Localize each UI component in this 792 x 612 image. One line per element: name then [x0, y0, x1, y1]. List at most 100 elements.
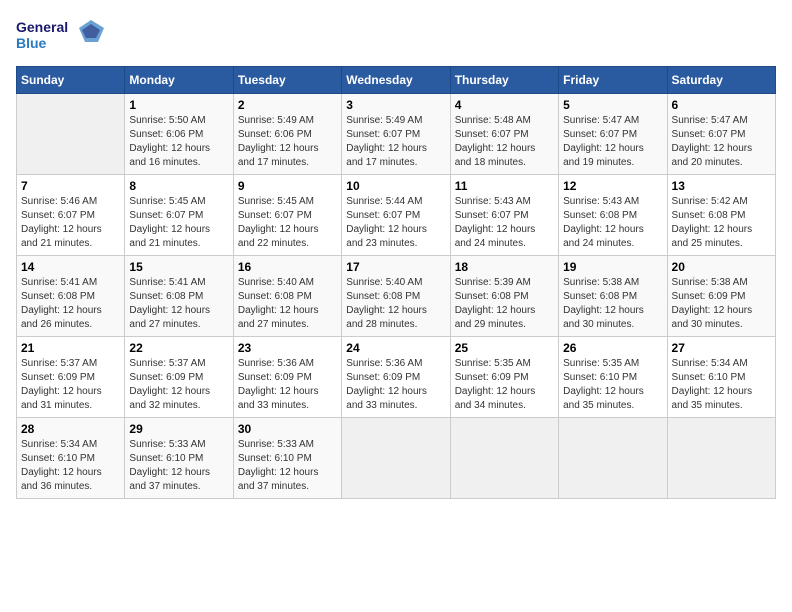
days-header-row: SundayMondayTuesdayWednesdayThursdayFrid…	[17, 67, 776, 94]
cell-info: Sunrise: 5:38 AMSunset: 6:08 PMDaylight:…	[563, 277, 644, 330]
calendar-cell: 27 Sunrise: 5:34 AMSunset: 6:10 PMDayligh…	[667, 337, 775, 418]
day-number: 29	[129, 422, 228, 436]
calendar-week-4: 21 Sunrise: 5:37 AMSunset: 6:09 PMDayligh…	[17, 337, 776, 418]
day-number: 1	[129, 98, 228, 112]
calendar-cell: 2Sunrise: 5:49 AMSunset: 6:06 PMDaylight…	[233, 94, 341, 175]
calendar-cell: 6 Sunrise: 5:47 AMSunset: 6:07 PMDaylight…	[667, 94, 775, 175]
day-number: 12	[563, 179, 662, 193]
day-number: 20	[672, 260, 771, 274]
day-number: 6	[672, 98, 771, 112]
calendar-cell: 20 Sunrise: 5:38 AMSunset: 6:09 PMDayligh…	[667, 256, 775, 337]
calendar-cell: 15 Sunrise: 5:41 AMSunset: 6:08 PMDayligh…	[125, 256, 233, 337]
calendar-cell: 29 Sunrise: 5:33 AMSunset: 6:10 PMDayligh…	[125, 418, 233, 499]
calendar-cell: 12 Sunrise: 5:43 AMSunset: 6:08 PMDayligh…	[559, 175, 667, 256]
calendar-cell: 19 Sunrise: 5:38 AMSunset: 6:08 PMDayligh…	[559, 256, 667, 337]
header-day-wednesday: Wednesday	[342, 67, 450, 94]
calendar-cell	[342, 418, 450, 499]
cell-info: Sunrise: 5:43 AMSunset: 6:07 PMDaylight:…	[455, 196, 536, 249]
day-number: 9	[238, 179, 337, 193]
calendar-cell: 30 Sunrise: 5:33 AMSunset: 6:10 PMDayligh…	[233, 418, 341, 499]
cell-info: Sunrise: 5:35 AMSunset: 6:10 PMDaylight:…	[563, 358, 644, 411]
header-day-friday: Friday	[559, 67, 667, 94]
calendar-cell: 14Sunrise: 5:41 AMSunset: 6:08 PMDayligh…	[17, 256, 125, 337]
logo: General Blue	[16, 16, 106, 56]
calendar-cell: 25 Sunrise: 5:35 AMSunset: 6:09 PMDayligh…	[450, 337, 558, 418]
calendar-cell: 7 Sunrise: 5:46 AMSunset: 6:07 PMDaylight…	[17, 175, 125, 256]
cell-info: Sunrise: 5:48 AMSunset: 6:07 PMDaylight:…	[455, 115, 536, 168]
day-number: 21	[21, 341, 120, 355]
calendar-cell: 16 Sunrise: 5:40 AMSunset: 6:08 PMDayligh…	[233, 256, 341, 337]
calendar-cell: 21 Sunrise: 5:37 AMSunset: 6:09 PMDayligh…	[17, 337, 125, 418]
day-number: 15	[129, 260, 228, 274]
cell-info: Sunrise: 5:44 AMSunset: 6:07 PMDaylight:…	[346, 196, 427, 249]
cell-info: Sunrise: 5:49 AMSunset: 6:07 PMDaylight:…	[346, 115, 427, 168]
day-number: 11	[455, 179, 554, 193]
calendar-cell: 9Sunrise: 5:45 AMSunset: 6:07 PMDaylight…	[233, 175, 341, 256]
calendar-cell: 23 Sunrise: 5:36 AMSunset: 6:09 PMDayligh…	[233, 337, 341, 418]
day-number: 10	[346, 179, 445, 193]
cell-info: Sunrise: 5:47 AMSunset: 6:07 PMDaylight:…	[563, 115, 644, 168]
cell-info: Sunrise: 5:40 AMSunset: 6:08 PMDaylight:…	[238, 277, 319, 330]
cell-info: Sunrise: 5:47 AMSunset: 6:07 PMDaylight:…	[672, 115, 753, 168]
day-number: 25	[455, 341, 554, 355]
day-number: 23	[238, 341, 337, 355]
cell-info: Sunrise: 5:39 AMSunset: 6:08 PMDaylight:…	[455, 277, 536, 330]
svg-text:Blue: Blue	[16, 35, 47, 51]
day-number: 22	[129, 341, 228, 355]
calendar-cell: 13Sunrise: 5:42 AMSunset: 6:08 PMDayligh…	[667, 175, 775, 256]
day-number: 16	[238, 260, 337, 274]
calendar-week-1: 1 Sunrise: 5:50 AMSunset: 6:06 PMDaylight…	[17, 94, 776, 175]
cell-info: Sunrise: 5:41 AMSunset: 6:08 PMDaylight:…	[129, 277, 210, 330]
day-number: 3	[346, 98, 445, 112]
calendar-cell	[559, 418, 667, 499]
calendar-cell: 8 Sunrise: 5:45 AMSunset: 6:07 PMDaylight…	[125, 175, 233, 256]
calendar-cell	[17, 94, 125, 175]
cell-info: Sunrise: 5:40 AMSunset: 6:08 PMDaylight:…	[346, 277, 427, 330]
cell-info: Sunrise: 5:45 AMSunset: 6:07 PMDaylight:…	[129, 196, 210, 249]
day-number: 24	[346, 341, 445, 355]
day-number: 26	[563, 341, 662, 355]
page-header: General Blue	[16, 16, 776, 56]
calendar-cell: 11 Sunrise: 5:43 AMSunset: 6:07 PMDayligh…	[450, 175, 558, 256]
cell-info: Sunrise: 5:34 AMSunset: 6:10 PMDaylight:…	[672, 358, 753, 411]
calendar-cell: 3 Sunrise: 5:49 AMSunset: 6:07 PMDaylight…	[342, 94, 450, 175]
cell-info: Sunrise: 5:46 AMSunset: 6:07 PMDaylight:…	[21, 196, 102, 249]
header-day-saturday: Saturday	[667, 67, 775, 94]
day-number: 8	[129, 179, 228, 193]
svg-text:General: General	[16, 19, 68, 35]
calendar-week-2: 7 Sunrise: 5:46 AMSunset: 6:07 PMDaylight…	[17, 175, 776, 256]
day-number: 7	[21, 179, 120, 193]
calendar-cell: 10 Sunrise: 5:44 AMSunset: 6:07 PMDayligh…	[342, 175, 450, 256]
calendar-cell: 28 Sunrise: 5:34 AMSunset: 6:10 PMDayligh…	[17, 418, 125, 499]
header-day-tuesday: Tuesday	[233, 67, 341, 94]
calendar-cell: 17 Sunrise: 5:40 AMSunset: 6:08 PMDayligh…	[342, 256, 450, 337]
day-number: 17	[346, 260, 445, 274]
calendar-cell: 22 Sunrise: 5:37 AMSunset: 6:09 PMDayligh…	[125, 337, 233, 418]
cell-info: Sunrise: 5:37 AMSunset: 6:09 PMDaylight:…	[129, 358, 210, 411]
cell-info: Sunrise: 5:33 AMSunset: 6:10 PMDaylight:…	[238, 439, 319, 492]
day-number: 28	[21, 422, 120, 436]
cell-info: Sunrise: 5:43 AMSunset: 6:08 PMDaylight:…	[563, 196, 644, 249]
day-number: 13	[672, 179, 771, 193]
calendar-week-5: 28 Sunrise: 5:34 AMSunset: 6:10 PMDayligh…	[17, 418, 776, 499]
calendar-cell	[450, 418, 558, 499]
cell-info: Sunrise: 5:50 AMSunset: 6:06 PMDaylight:…	[129, 115, 210, 168]
cell-info: Sunrise: 5:33 AMSunset: 6:10 PMDaylight:…	[129, 439, 210, 492]
header-day-thursday: Thursday	[450, 67, 558, 94]
cell-info: Sunrise: 5:36 AMSunset: 6:09 PMDaylight:…	[238, 358, 319, 411]
cell-info: Sunrise: 5:35 AMSunset: 6:09 PMDaylight:…	[455, 358, 536, 411]
day-number: 27	[672, 341, 771, 355]
day-number: 5	[563, 98, 662, 112]
calendar-cell: 24Sunrise: 5:36 AMSunset: 6:09 PMDayligh…	[342, 337, 450, 418]
cell-info: Sunrise: 5:34 AMSunset: 6:10 PMDaylight:…	[21, 439, 102, 492]
calendar-cell: 5 Sunrise: 5:47 AMSunset: 6:07 PMDaylight…	[559, 94, 667, 175]
cell-info: Sunrise: 5:37 AMSunset: 6:09 PMDaylight:…	[21, 358, 102, 411]
calendar-cell: 26 Sunrise: 5:35 AMSunset: 6:10 PMDayligh…	[559, 337, 667, 418]
calendar-cell: 1 Sunrise: 5:50 AMSunset: 6:06 PMDaylight…	[125, 94, 233, 175]
cell-info: Sunrise: 5:38 AMSunset: 6:09 PMDaylight:…	[672, 277, 753, 330]
cell-info: Sunrise: 5:49 AMSunset: 6:06 PMDaylight:…	[238, 115, 319, 168]
calendar-table: SundayMondayTuesdayWednesdayThursdayFrid…	[16, 66, 776, 499]
day-number: 19	[563, 260, 662, 274]
day-number: 30	[238, 422, 337, 436]
calendar-cell: 4Sunrise: 5:48 AMSunset: 6:07 PMDaylight…	[450, 94, 558, 175]
